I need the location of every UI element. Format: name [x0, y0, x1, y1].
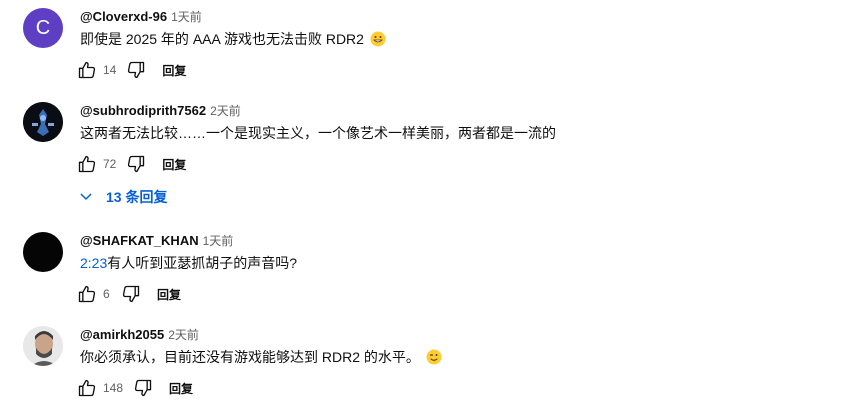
thumbs-down-icon[interactable] — [119, 282, 143, 306]
comment-actions: 148 回复 — [75, 376, 193, 400]
like-count: 148 — [103, 381, 124, 395]
thumbs-up-icon[interactable] — [75, 282, 99, 306]
like-count: 14 — [103, 63, 117, 77]
thumbs-up-icon[interactable] — [75, 152, 99, 176]
comment-author[interactable]: @subhrodiprith7562 — [80, 103, 206, 118]
thumbs-up-icon[interactable] — [75, 58, 99, 82]
comment-text: 这两者无法比较……一个是现实主义，一个像艺术一样美丽，两者都是一流的 — [80, 125, 556, 141]
comment-header: @amirkh2055 2天前 — [80, 326, 199, 344]
grinning-face-emoji — [370, 31, 386, 52]
avatar[interactable] — [23, 232, 63, 272]
avatar-portrait-icon — [23, 326, 63, 366]
chevron-down-icon — [80, 193, 92, 200]
view-replies-button[interactable]: 13 条回复 — [78, 187, 167, 207]
video-timestamp-link[interactable]: 2:23 — [80, 255, 107, 271]
avatar[interactable] — [23, 326, 63, 366]
thumbs-down-icon[interactable] — [131, 376, 155, 400]
reply-button[interactable]: 回复 — [157, 286, 181, 303]
comment-header: @SHAFKAT_KHAN 1天前 — [80, 232, 233, 250]
reply-button[interactable]: 回复 — [162, 62, 186, 79]
comment-text: 2:23有人听到亚瑟抓胡子的声音吗? — [80, 255, 298, 271]
thumbs-down-icon[interactable] — [124, 58, 148, 82]
like-count: 6 — [103, 287, 110, 301]
comment-time[interactable]: 1天前 — [171, 10, 202, 24]
avatar[interactable]: C — [23, 8, 63, 48]
reply-button[interactable]: 回复 — [162, 156, 186, 173]
comment-author[interactable]: @Cloverxd-96 — [80, 9, 167, 24]
comment-time[interactable]: 2天前 — [210, 104, 241, 118]
replies-count-label: 13 条回复 — [106, 189, 168, 205]
comment-text: 你必须承认，目前还没有游戏能够达到 RDR2 的水平。 — [80, 347, 442, 370]
thumbs-down-icon[interactable] — [124, 152, 148, 176]
comment-time[interactable]: 1天前 — [203, 234, 234, 248]
comment-text: 即使是 2025 年的 AAA 游戏也无法击败 RDR2 — [80, 29, 386, 52]
comment-header: @Cloverxd-96 1天前 — [80, 8, 202, 26]
comment-author[interactable]: @SHAFKAT_KHAN — [80, 233, 199, 248]
avatar[interactable] — [23, 102, 63, 142]
reply-button[interactable]: 回复 — [169, 380, 193, 397]
avatar-emblem-icon — [23, 102, 63, 142]
comment-actions: 14 回复 — [75, 58, 186, 82]
comment-actions: 6 回复 — [75, 282, 181, 306]
like-count: 72 — [103, 157, 117, 171]
comment-actions: 72 回复 — [75, 152, 186, 176]
comment-header: @subhrodiprith7562 2天前 — [80, 102, 241, 120]
winking-face-emoji — [426, 349, 442, 370]
comment-time[interactable]: 2天前 — [168, 328, 199, 342]
thumbs-up-icon[interactable] — [75, 376, 99, 400]
comment-author[interactable]: @amirkh2055 — [80, 327, 164, 342]
